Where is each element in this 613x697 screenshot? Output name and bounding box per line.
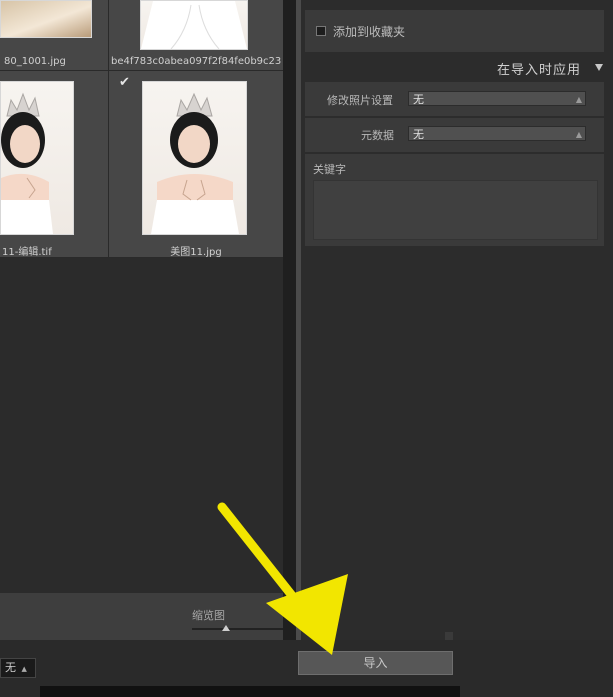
- zoom-label: 缩览图: [192, 609, 225, 622]
- import-button[interactable]: 导入: [298, 651, 453, 675]
- develop-settings-value: 无: [413, 93, 424, 106]
- keywords-row: 关键字: [305, 154, 604, 246]
- metadata-row: 元数据 无 ▲: [305, 118, 604, 152]
- add-to-collection-row: 添加到收藏夹: [305, 10, 604, 52]
- add-to-collection-checkbox[interactable]: [316, 26, 326, 36]
- grid-scrollbar[interactable]: [283, 0, 296, 640]
- metadata-label: 元数据: [361, 129, 394, 142]
- keywords-input[interactable]: [313, 180, 598, 240]
- select-arrows-icon: ▲: [575, 95, 582, 104]
- photo-thumbnail[interactable]: [140, 0, 248, 50]
- metadata-select[interactable]: 无 ▲: [408, 126, 586, 141]
- bride-portrait: [151, 92, 239, 234]
- bride-portrait: [1, 92, 53, 234]
- thumbnail-cell[interactable]: be4f783c0abea097f2f84fe0b9c23...: [109, 0, 284, 71]
- thumbnail-filename: 11-编辑.tif: [2, 247, 52, 258]
- preset-select[interactable]: 无 ▲: [0, 658, 36, 678]
- import-settings-panel: 添加到收藏夹 在导入时应用 修改照片设置 无 ▲ 元数据 无 ▲ 关键字: [301, 0, 613, 640]
- keywords-label: 关键字: [313, 163, 346, 176]
- bottom-strip: [40, 686, 460, 697]
- zoom-slider-track[interactable]: [192, 628, 284, 630]
- zoom-slider-handle[interactable]: [222, 625, 230, 631]
- thumbnail-filename: be4f783c0abea097f2f84fe0b9c23...: [111, 56, 281, 67]
- photo-thumbnail[interactable]: [0, 0, 92, 38]
- thumbnail-grid: 80_1001.jpg be4f783c0abea097f2f84fe0b9c2…: [0, 0, 284, 593]
- checkbox-checked[interactable]: ✔: [119, 75, 130, 90]
- develop-settings-row: 修改照片设置 无 ▲: [305, 82, 604, 116]
- photo-thumbnail[interactable]: [142, 81, 247, 235]
- photo-thumbnail[interactable]: [0, 81, 74, 235]
- collapse-triangle-icon: [595, 64, 603, 71]
- select-arrows-icon: ▲: [21, 665, 27, 673]
- thumbnail-filename: 美图11.jpg: [170, 247, 222, 258]
- metadata-value: 无: [413, 128, 424, 141]
- grid-toolbar: 缩览图: [0, 593, 284, 640]
- panel-resize-handle[interactable]: [445, 632, 453, 640]
- section-title: 在导入时应用: [496, 63, 581, 78]
- select-arrows-icon: ▲: [575, 130, 582, 139]
- apply-during-import-header[interactable]: 在导入时应用: [301, 54, 613, 80]
- thumbnail-cell[interactable]: ✔ 美图11.jpg: [109, 71, 284, 258]
- preset-select-value: 无: [5, 661, 16, 674]
- thumbnail-filename: 80_1001.jpg: [4, 56, 66, 67]
- thumbnail-cell[interactable]: 11-编辑.tif: [0, 71, 109, 258]
- photo-image: [1, 1, 91, 37]
- develop-settings-label: 修改照片设置: [327, 94, 393, 107]
- thumbnail-cell[interactable]: 80_1001.jpg: [0, 0, 109, 71]
- add-to-collection-label: 添加到收藏夹: [333, 25, 406, 39]
- dress-illustration: [141, 1, 247, 49]
- develop-settings-select[interactable]: 无 ▲: [408, 91, 586, 106]
